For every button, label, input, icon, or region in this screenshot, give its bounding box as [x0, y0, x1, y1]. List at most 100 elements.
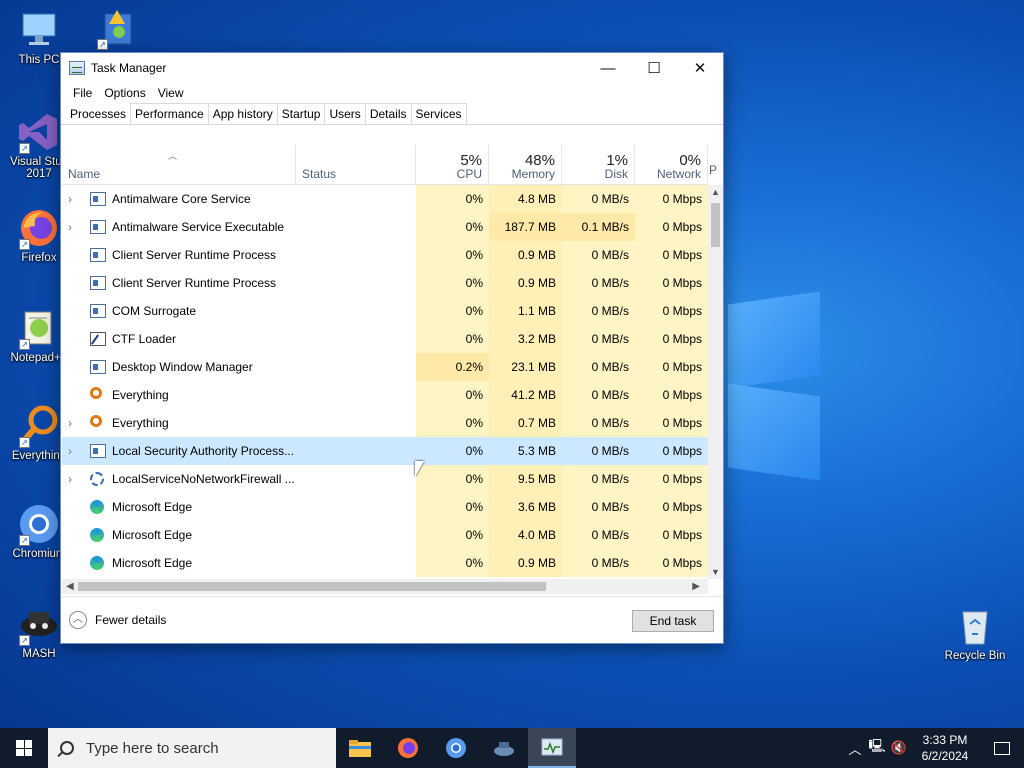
table-row[interactable]: › Everything 0% 0.7 MB 0 MB/s 0 Mbps — [62, 409, 708, 437]
column-disk[interactable]: 1% Disk — [562, 145, 635, 185]
cpu-value: 0% — [416, 521, 489, 549]
everything-icon — [90, 415, 102, 427]
disk-value: 0.1 MB/s — [562, 213, 635, 241]
table-row[interactable]: Microsoft Edge 0% 3.6 MB 0 MB/s 0 Mbps — [62, 493, 708, 521]
column-memory[interactable]: 48% Memory — [489, 145, 562, 185]
taskbar-task-manager[interactable] — [528, 728, 576, 768]
tab-users[interactable]: Users — [324, 103, 366, 124]
memory-value: 0.9 MB — [489, 269, 562, 297]
network-icon[interactable]: 🖳 — [866, 737, 888, 759]
column-status[interactable]: Status — [296, 145, 416, 185]
table-row[interactable]: Client Server Runtime Process 0% 0.9 MB 0 M… — [62, 241, 708, 269]
expand-chevron-icon[interactable]: › — [68, 213, 80, 241]
cpu-value: 0% — [416, 381, 489, 409]
table-row[interactable]: Microsoft Edge 0% 0.9 MB 0 MB/s 0 Mbps — [62, 549, 708, 577]
horizontal-scroll-thumb[interactable] — [78, 582, 546, 591]
menu-file[interactable]: File — [67, 86, 98, 100]
column-network[interactable]: 0% Network — [635, 145, 708, 185]
task-manager-icon — [541, 738, 563, 756]
disk-value: 0 MB/s — [562, 493, 635, 521]
memory-value: 4.0 MB — [489, 521, 562, 549]
mash-icon — [494, 742, 514, 756]
horizontal-scrollbar[interactable]: ◀ ▶ — [62, 579, 708, 594]
taskbar-mash[interactable] — [480, 728, 528, 768]
end-task-button[interactable]: End task — [632, 610, 714, 632]
title-bar[interactable]: Task Manager — ☐ ✕ — [61, 53, 723, 83]
table-row[interactable]: › Antimalware Service Executable 0% 187.7 M… — [62, 213, 708, 241]
memory-value: 3.2 MB — [489, 325, 562, 353]
disk-value: 0 MB/s — [562, 521, 635, 549]
cpu-value: 0% — [416, 549, 489, 577]
column-name[interactable]: ︿ Name — [62, 145, 296, 185]
fewer-details-button[interactable]: ︿ Fewer details — [69, 611, 166, 629]
taskbar-search-box[interactable]: Type here to search — [48, 728, 336, 768]
taskbar-firefox[interactable] — [384, 728, 432, 768]
setup-icon: ↗ — [95, 6, 139, 50]
process-window-icon — [90, 304, 106, 318]
maximize-button[interactable]: ☐ — [631, 53, 677, 83]
volume-muted-icon[interactable]: 🔇 — [888, 740, 910, 756]
expand-chevron-icon[interactable]: › — [68, 437, 80, 465]
minimize-button[interactable]: — — [585, 53, 631, 83]
column-cpu[interactable]: 5% CPU — [416, 145, 489, 185]
memory-value: 0.9 MB — [489, 549, 562, 577]
network-value: 0 Mbps — [635, 353, 708, 381]
this-pc-icon — [17, 8, 61, 52]
tab-performance[interactable]: Performance — [130, 103, 209, 124]
disk-value: 0 MB/s — [562, 409, 635, 437]
column-power-truncated[interactable]: P — [709, 163, 717, 177]
process-name: Everything — [112, 416, 169, 430]
tab-services[interactable]: Services — [410, 103, 467, 124]
table-row[interactable]: Desktop Window Manager 0.2% 23.1 MB 0 MB/s 0… — [62, 353, 708, 381]
chromium-icon — [446, 738, 466, 758]
table-row[interactable]: › Antimalware Core Service 0% 4.8 MB 0 MB/s 0… — [62, 185, 708, 213]
window-title: Task Manager — [91, 61, 167, 75]
table-row[interactable]: Microsoft Edge 0% 4.0 MB 0 MB/s 0 Mbps — [62, 521, 708, 549]
task-manager-window: Task Manager — ☐ ✕ File Options View Pro… — [60, 52, 724, 644]
expand-chevron-icon[interactable]: › — [68, 185, 80, 213]
scroll-down-icon[interactable]: ▼ — [708, 567, 723, 577]
desktop-icon-recycle-bin[interactable]: Recycle Bin — [940, 604, 1010, 662]
vertical-scrollbar[interactable]: ▲ ▼ — [708, 185, 723, 579]
start-button[interactable] — [0, 728, 48, 768]
expand-chevron-icon[interactable]: › — [68, 465, 80, 493]
table-header: ︿ Name Status 5% CPU 48% Memory 1% Disk … — [62, 145, 708, 185]
notification-center-button[interactable] — [980, 728, 1024, 768]
scroll-up-icon[interactable]: ▲ — [708, 187, 723, 197]
memory-value: 3.6 MB — [489, 493, 562, 521]
file-explorer-icon — [349, 740, 371, 757]
taskbar-file-explorer[interactable] — [336, 728, 384, 768]
tab-app-history[interactable]: App history — [207, 103, 278, 124]
fewer-details-label: Fewer details — [95, 613, 167, 627]
process-name: COM Surrogate — [112, 304, 197, 318]
table-row[interactable]: › Local Security Authority Process... 0% 5.… — [62, 437, 708, 465]
clock[interactable]: 3:33 PM 6/2/2024 — [910, 732, 980, 764]
table-row[interactable]: Everything 0% 41.2 MB 0 MB/s 0 Mbps — [62, 381, 708, 409]
vertical-scroll-thumb[interactable] — [711, 203, 720, 247]
taskbar-chromium[interactable] — [432, 728, 480, 768]
process-table: ︿ Name Status 5% CPU 48% Memory 1% Disk … — [62, 145, 708, 579]
process-name: Desktop Window Manager — [112, 360, 253, 374]
expand-chevron-icon[interactable]: › — [68, 409, 80, 437]
table-row[interactable]: › LocalServiceNoNetworkFirewall ... 0% 9.5 … — [62, 465, 708, 493]
table-row[interactable]: CTF Loader 0% 3.2 MB 0 MB/s 0 Mbps — [62, 325, 708, 353]
clock-time: 3:33 PM — [922, 733, 968, 747]
table-row[interactable]: Client Server Runtime Process 0% 0.9 MB 0 M… — [62, 269, 708, 297]
network-value: 0 Mbps — [635, 297, 708, 325]
table-row[interactable]: COM Surrogate 0% 1.1 MB 0 MB/s 0 Mbps — [62, 297, 708, 325]
cpu-value: 0% — [416, 465, 489, 493]
menu-options[interactable]: Options — [98, 86, 151, 100]
task-manager-icon — [69, 61, 85, 75]
desktop-icon-setup[interactable]: ↗ — [82, 6, 152, 52]
scroll-right-icon[interactable]: ▶ — [692, 579, 700, 594]
cpu-value: 0% — [416, 297, 489, 325]
tab-details[interactable]: Details — [364, 103, 412, 124]
process-window-icon — [90, 444, 106, 458]
chevron-up-icon[interactable]: ︿ — [844, 739, 866, 758]
process-name: Local Security Authority Process... — [112, 444, 295, 458]
scroll-left-icon[interactable]: ◀ — [66, 579, 74, 594]
menu-view[interactable]: View — [152, 86, 190, 100]
tab-processes[interactable]: Processes — [65, 103, 132, 124]
tab-startup[interactable]: Startup — [276, 103, 326, 124]
close-button[interactable]: ✕ — [677, 53, 723, 83]
